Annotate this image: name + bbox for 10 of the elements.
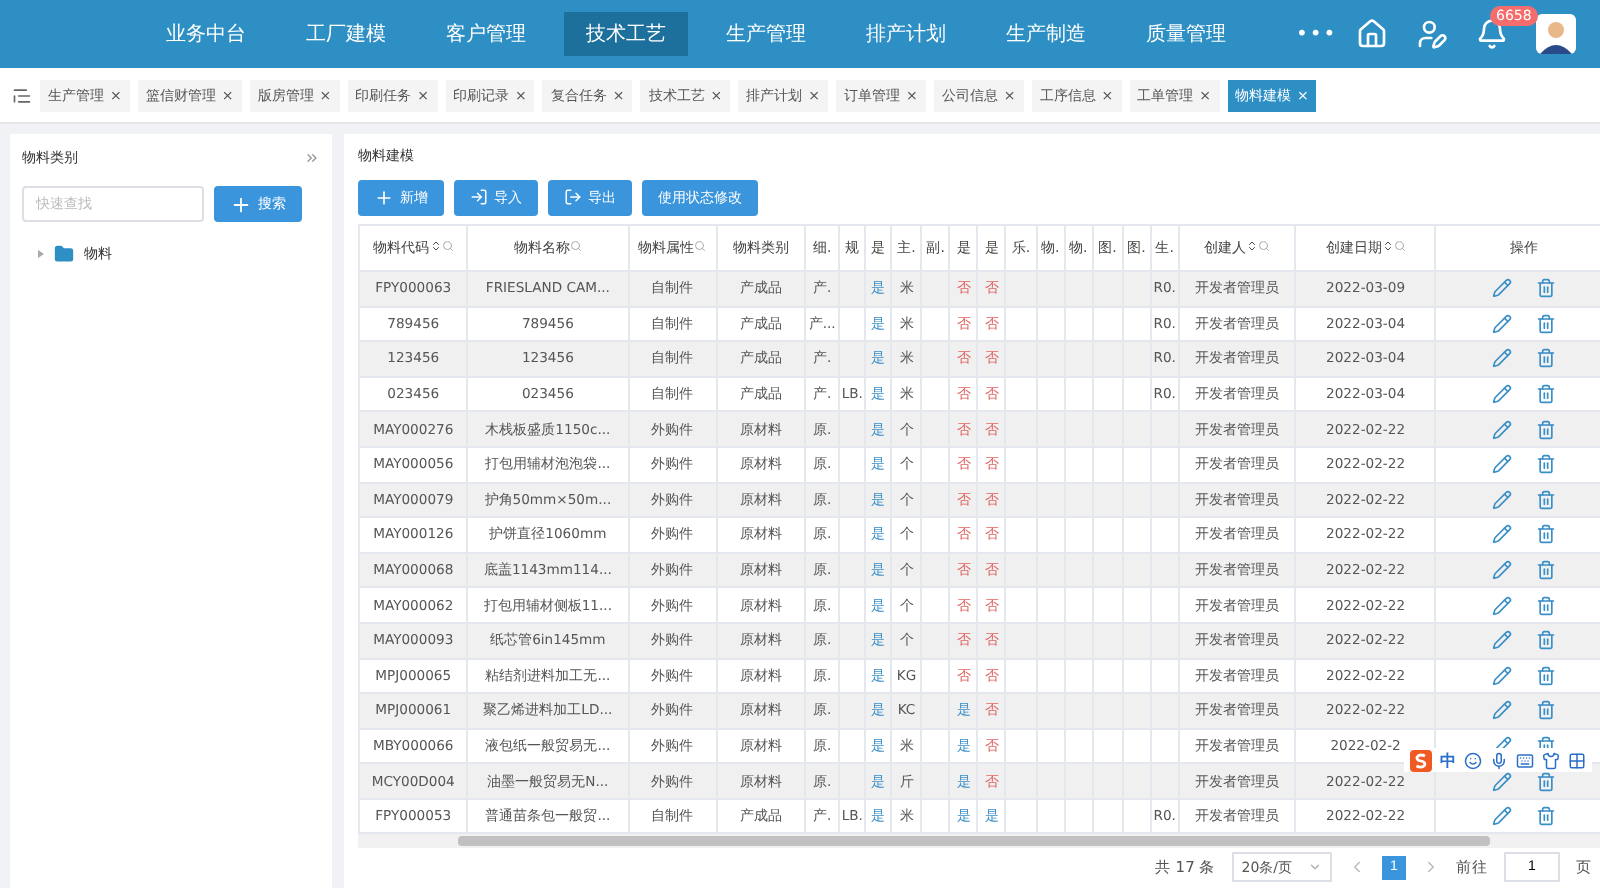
- nav-menu-item[interactable]: 生产制造: [984, 12, 1108, 56]
- nav-menu-item[interactable]: 工厂建模: [284, 12, 408, 56]
- more-menu-button[interactable]: •••: [1296, 23, 1338, 45]
- nav-menu-item[interactable]: 生产管理: [704, 12, 828, 56]
- nav-menu-item[interactable]: 质量管理: [1124, 12, 1248, 56]
- nav-menu-item[interactable]: 客户管理: [424, 12, 548, 56]
- nav-menu-item[interactable]: 排产计划: [844, 12, 968, 56]
- nav-menu-item[interactable]: 技术工艺: [564, 12, 688, 56]
- nav-menu-item[interactable]: 业务中台: [144, 12, 268, 56]
- ime-mode-toggle[interactable]: 中: [1440, 749, 1456, 771]
